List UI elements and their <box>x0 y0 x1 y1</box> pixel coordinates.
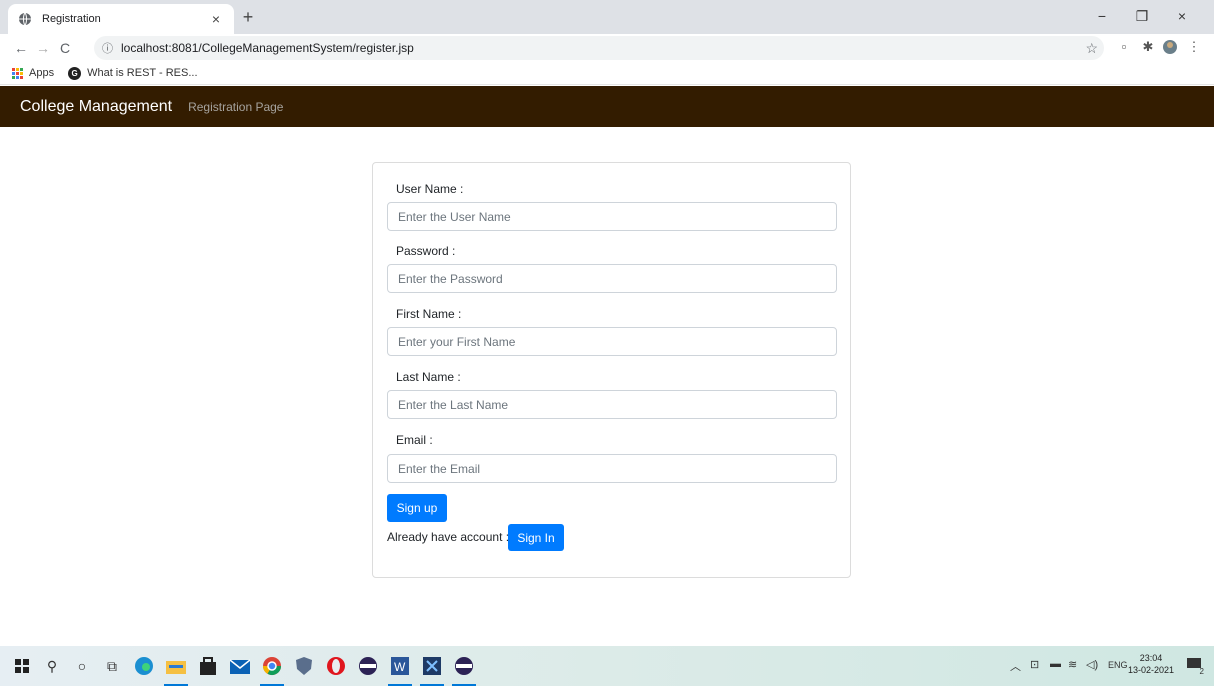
new-tab-button[interactable]: + <box>236 6 260 30</box>
opera-icon[interactable] <box>324 654 348 678</box>
brand-title[interactable]: College Management <box>20 98 172 116</box>
menu-dots-icon[interactable]: ⋮ <box>1184 39 1204 57</box>
wifi-icon[interactable]: ≋ <box>1068 658 1077 671</box>
browser-tab-strip: Registration × + − ❐ × <box>0 0 1214 34</box>
registration-form: User Name : Password : First Name : Last… <box>372 162 851 578</box>
word-icon[interactable]: W <box>388 654 412 678</box>
signin-button[interactable]: Sign In <box>508 524 564 551</box>
firstname-label: First Name : <box>396 307 462 321</box>
search-icon[interactable]: ⚲ <box>40 654 64 678</box>
battery-icon[interactable]: ▬ <box>1050 658 1061 670</box>
edge-icon[interactable] <box>132 654 156 678</box>
close-window-button[interactable]: × <box>1162 4 1202 28</box>
email-label: Email : <box>396 433 433 447</box>
eclipse-icon[interactable] <box>356 654 380 678</box>
signup-button[interactable]: Sign up <box>387 494 447 522</box>
puzzle-icon[interactable]: ✱ <box>1138 39 1158 57</box>
globe-icon <box>19 12 31 26</box>
network-icon[interactable]: ⊡ <box>1030 658 1039 671</box>
lastname-label: Last Name : <box>396 370 461 384</box>
app-navbar: College Management Registration Page <box>0 86 1214 127</box>
vscode-icon[interactable] <box>420 654 444 678</box>
browser-toolbar: ← → C ⓘ localhost:8081/CollegeManagement… <box>0 34 1214 62</box>
mail-icon[interactable] <box>228 654 252 678</box>
bookmark-label: Apps <box>29 67 55 79</box>
windows-taskbar: ⚲ ○ ⧉ W ︿ ⊡ ▬ ≋ ◁) ENG 23:04 13-02-2021 … <box>0 646 1214 686</box>
show-hidden-icons-icon[interactable]: ︿ <box>1010 658 1021 674</box>
username-label: User Name : <box>396 182 464 196</box>
forward-arrow-icon[interactable]: → <box>32 40 54 56</box>
file-explorer-icon[interactable] <box>164 654 188 678</box>
bookmark-rest[interactable]: G What is REST - RES... <box>68 66 198 80</box>
tab-title: Registration <box>42 13 101 25</box>
minimize-button[interactable]: − <box>1082 4 1122 28</box>
system-clock[interactable]: 23:04 13-02-2021 <box>1128 652 1174 676</box>
tab-close-icon[interactable]: × <box>208 11 224 27</box>
store-icon[interactable] <box>196 654 220 678</box>
browser-tab[interactable]: Registration × <box>8 4 234 34</box>
already-account-text: Already have account : <box>387 530 510 544</box>
clock-date: 13-02-2021 <box>1127 665 1174 675</box>
address-bar[interactable]: ⓘ localhost:8081/CollegeManagementSystem… <box>94 36 1104 60</box>
chrome-icon[interactable] <box>260 654 284 678</box>
task-view-icon[interactable]: ⧉ <box>100 654 124 678</box>
email-input[interactable] <box>387 454 837 483</box>
username-input[interactable] <box>387 202 837 231</box>
bookmark-star-icon[interactable]: ☆ <box>1085 40 1098 57</box>
eclipse-ide-icon[interactable] <box>452 654 476 678</box>
restore-button[interactable]: ❐ <box>1122 4 1162 28</box>
reload-icon[interactable]: C <box>54 40 76 56</box>
password-input[interactable] <box>387 264 837 293</box>
notification-center-icon[interactable]: 2 <box>1184 656 1204 676</box>
password-label: Password : <box>396 244 456 258</box>
bookmark-label: What is REST - RES... <box>87 67 198 79</box>
shield-icon[interactable] <box>292 654 316 678</box>
clock-time: 23:04 <box>1139 653 1163 663</box>
url-text: localhost:8081/CollegeManagementSystem/r… <box>121 41 414 55</box>
volume-icon[interactable]: ◁) <box>1086 658 1098 671</box>
g-logo-icon: G <box>68 66 82 80</box>
lastname-input[interactable] <box>387 390 837 419</box>
notification-count: 2 <box>1199 667 1204 676</box>
cortana-icon[interactable]: ○ <box>70 654 94 678</box>
extension-icon[interactable]: ▫ <box>1114 39 1134 57</box>
svg-text:W: W <box>394 660 406 674</box>
firstname-input[interactable] <box>387 327 837 356</box>
info-icon[interactable]: ⓘ <box>102 40 113 56</box>
bookmarks-bar: Apps G What is REST - RES... <box>0 62 1214 85</box>
nav-link-registration[interactable]: Registration Page <box>188 100 283 114</box>
avatar[interactable] <box>1160 39 1180 57</box>
bookmark-apps[interactable]: Apps <box>12 67 54 79</box>
apps-grid-icon <box>12 67 23 79</box>
back-arrow-icon[interactable]: ← <box>10 40 32 56</box>
language-indicator[interactable]: ENG <box>1108 660 1128 670</box>
windows-start-icon[interactable] <box>10 654 34 678</box>
